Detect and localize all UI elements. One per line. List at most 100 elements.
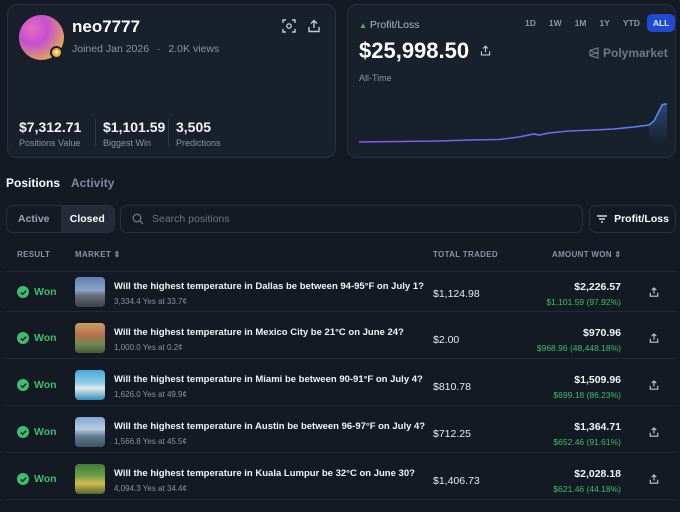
joined-date: Joined Jan 2026 [72, 43, 150, 55]
profit-detail: $652.46 (91.61%) [553, 437, 621, 447]
market-thumbnail [75, 277, 105, 307]
share-icon[interactable] [479, 44, 492, 57]
stat-value: $7,312.71 [19, 119, 82, 135]
share-icon[interactable] [648, 379, 660, 391]
sort-label: Profit/Loss [614, 213, 669, 225]
range-tab-1w[interactable]: 1W [543, 14, 568, 32]
sort-icon [597, 215, 608, 223]
market-thumbnail [75, 323, 105, 353]
divider [95, 119, 96, 147]
share-icon[interactable] [648, 473, 660, 485]
amount-won: $2,226.57 [574, 281, 621, 293]
stat-value: $1,101.59 [103, 119, 166, 135]
table-row[interactable]: Won Will the highest temperature in Dall… [6, 271, 676, 312]
header-amount-won[interactable]: AMOUNT WON ⇕ [552, 250, 621, 259]
search-input[interactable]: Search positions [152, 213, 230, 225]
check-icon [17, 426, 29, 438]
stat-predictions: 3,505 Predictions [176, 119, 221, 148]
search-icon [132, 213, 144, 225]
stat-biggest-win: $1,101.59 Biggest Win [103, 119, 165, 148]
badge-icon: ✦ [50, 46, 63, 59]
range-tab-1d[interactable]: 1D [519, 14, 542, 32]
header-total-traded[interactable]: TOTAL TRADED [433, 250, 498, 259]
share-icon[interactable] [306, 18, 322, 34]
profit-detail: $699.18 (86.23%) [553, 390, 621, 400]
profile-card: ✦ neo7777 Joined Jan 2026 · 2.0K views $… [7, 4, 336, 158]
market-question[interactable]: Will the highest temperature in Miami be… [114, 374, 423, 385]
total-traded: $1,406.73 [433, 475, 480, 487]
chart-area [649, 104, 667, 145]
tabs: Positions Activity [6, 176, 114, 190]
stat-label: Biggest Win [103, 138, 152, 148]
result-badge: Won [17, 473, 57, 485]
range-tab-ytd[interactable]: YTD [617, 14, 646, 32]
total-traded: $2.00 [433, 334, 460, 346]
pnl-chart [359, 103, 667, 145]
amount-won: $1,509.96 [574, 374, 621, 386]
profit-detail: $968.96 (48,448.18%) [536, 343, 621, 353]
table-row[interactable]: Won Will the highest temperature in Aust… [6, 412, 676, 453]
divider [168, 119, 169, 147]
share-icon[interactable] [648, 426, 660, 438]
check-icon [17, 332, 29, 344]
up-triangle-icon: ▲ [359, 21, 367, 30]
stat-label: Positions Value [19, 138, 81, 148]
position-detail: 4,094.3 Yes at 34.4¢ [114, 484, 187, 493]
tab-positions[interactable]: Positions [6, 176, 60, 190]
table-row[interactable]: Won Will the highest temperature in Mexi… [6, 318, 676, 359]
check-icon [17, 473, 29, 485]
search-box[interactable]: Search positions [120, 205, 583, 233]
market-question[interactable]: Will the highest temperature in Kuala Lu… [114, 468, 415, 479]
pnl-period: All-Time [359, 73, 392, 83]
filter-active-button[interactable]: Active [7, 206, 61, 232]
polymarket-logo: Polymarket [588, 46, 668, 60]
tab-activity[interactable]: Activity [71, 176, 114, 190]
market-thumbnail [75, 417, 105, 447]
header-market[interactable]: MARKET ⇕ [75, 250, 121, 259]
position-detail: 1,000.0 Yes at 0.2¢ [114, 343, 183, 352]
table-row[interactable]: Won Will the highest temperature in Kual… [6, 459, 676, 500]
position-detail: 1,626.0 Yes at 49.9¢ [114, 390, 187, 399]
market-question[interactable]: Will the highest temperature in Mexico C… [114, 327, 404, 338]
username: neo7777 [72, 17, 141, 36]
profile-meta: Joined Jan 2026 · 2.0K views [72, 43, 220, 55]
result-badge: Won [17, 426, 57, 438]
sort-arrows-icon: ⇕ [113, 250, 121, 259]
share-icon[interactable] [648, 332, 660, 344]
profit-detail: $1,101.59 (97.92%) [546, 297, 621, 307]
position-detail: 1,566.8 Yes at 45.5¢ [114, 437, 187, 446]
market-thumbnail [75, 370, 105, 400]
sort-arrows-icon: ⇕ [614, 250, 622, 259]
stat-positions-value: $7,312.71 Positions Value [19, 119, 81, 148]
range-tab-1m[interactable]: 1M [569, 14, 593, 32]
table-header: RESULT MARKET ⇕ TOTAL TRADED AMOUNT WON … [0, 250, 680, 264]
total-traded: $712.25 [433, 428, 471, 440]
table-row[interactable]: Won Will the highest temperature in Miam… [6, 365, 676, 406]
amount-won: $970.96 [583, 327, 621, 339]
market-thumbnail [75, 464, 105, 494]
market-question[interactable]: Will the highest temperature in Austin b… [114, 421, 425, 432]
view-count: 2.0K views [168, 43, 220, 55]
amount-won: $2,028.18 [574, 468, 621, 480]
range-tab-all[interactable]: ALL [646, 14, 676, 32]
result-badge: Won [17, 379, 57, 391]
stat-label: Predictions [176, 138, 221, 148]
range-tabs: 1D 1W 1M 1Y YTD ALL [518, 14, 676, 32]
header-result[interactable]: RESULT [17, 250, 50, 259]
range-tab-1y[interactable]: 1Y [593, 14, 615, 32]
pnl-value: $25,998.50 [359, 38, 470, 63]
filter-closed-button[interactable]: Closed [60, 206, 114, 232]
share-icon[interactable] [648, 286, 660, 298]
total-traded: $1,124.98 [433, 288, 480, 300]
pnl-card: ▲ Profit/Loss 1D 1W 1M 1Y YTD ALL $25,998… [347, 4, 676, 158]
result-badge: Won [17, 286, 57, 298]
profit-detail: $621.46 (44.18%) [553, 484, 621, 494]
pnl-label: ▲ Profit/Loss [359, 19, 420, 31]
scan-icon[interactable] [281, 18, 297, 34]
market-question[interactable]: Will the highest temperature in Dallas b… [114, 281, 424, 292]
status-toggle: Active Closed [6, 205, 115, 233]
sort-button[interactable]: Profit/Loss [589, 205, 676, 233]
polymarket-icon [589, 47, 599, 59]
total-traded: $810.78 [433, 381, 471, 393]
stat-value: 3,505 [176, 119, 212, 135]
